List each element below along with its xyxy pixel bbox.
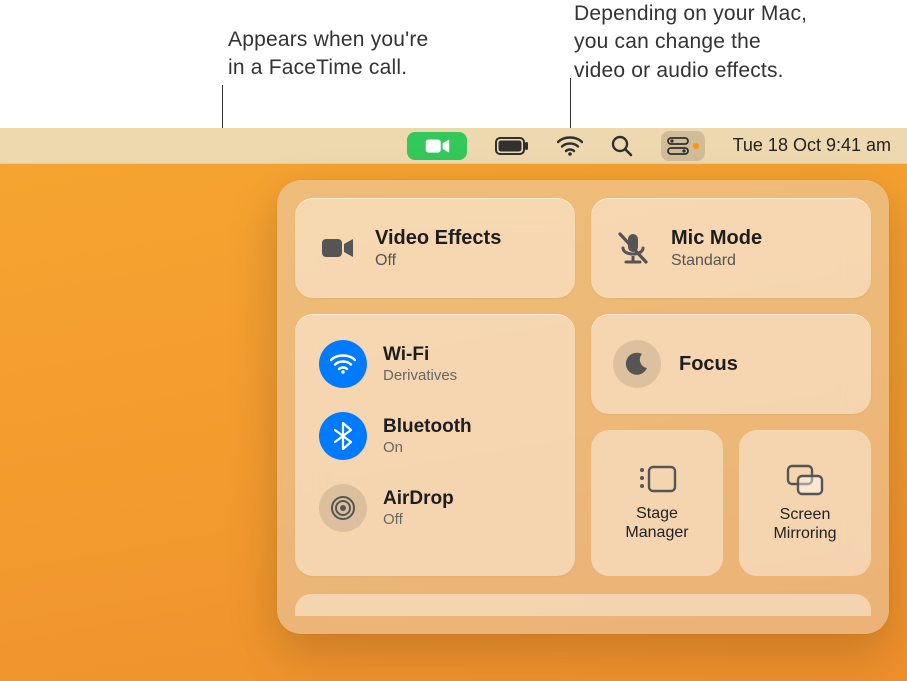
tile-text: Video Effects Off: [375, 227, 501, 270]
right-column: Focus Stage Manager: [591, 314, 871, 576]
wifi-icon: [557, 136, 583, 156]
video-effects-title: Video Effects: [375, 227, 501, 250]
tile-text: Wi-Fi Derivatives: [383, 344, 457, 384]
control-center-highlight: [661, 131, 705, 161]
menubar-datetime[interactable]: Tue 18 Oct 9:41 am: [733, 128, 891, 164]
focus-button[interactable]: Focus: [591, 314, 871, 414]
airdrop-icon: [329, 494, 357, 522]
battery-icon: [495, 137, 529, 155]
bluetooth-sub: On: [383, 439, 472, 456]
wifi-menubar-button[interactable]: [557, 128, 583, 164]
tile-text: Mic Mode Standard: [671, 227, 762, 270]
stage-manager-label: Stage Manager: [625, 504, 688, 542]
wifi-icon: [330, 353, 356, 375]
airdrop-button[interactable]: AirDrop Off: [311, 472, 559, 544]
tile-text: AirDrop Off: [383, 488, 454, 528]
privacy-indicator-dot: [693, 143, 699, 149]
video-camera-icon: [317, 228, 357, 268]
control-center-menubar-button[interactable]: [661, 128, 705, 164]
airdrop-title: AirDrop: [383, 488, 454, 510]
label-line: Screen: [773, 505, 836, 524]
connectivity-tile: Wi-Fi Derivatives Bluetooth On AirDrop: [295, 314, 575, 576]
mic-mode-button[interactable]: Mic Mode Standard: [591, 198, 871, 298]
annotation-line: Depending on your Mac,: [574, 0, 884, 28]
stage-manager-button[interactable]: Stage Manager: [591, 430, 723, 576]
screen-mirroring-icon: [785, 463, 825, 497]
wifi-sub: Derivatives: [383, 367, 457, 384]
airdrop-sub: Off: [383, 511, 454, 528]
tile-text: Bluetooth On: [383, 416, 472, 456]
desktop: Tue 18 Oct 9:41 am Video Effects Off Mic…: [0, 128, 907, 681]
screen-mirroring-label: Screen Mirroring: [773, 505, 836, 543]
video-camera-icon: [422, 131, 452, 161]
spotlight-menubar-button[interactable]: [611, 128, 633, 164]
search-icon: [611, 135, 633, 157]
control-center-icon: [667, 137, 689, 155]
annotation-leader: [222, 85, 223, 130]
focus-title: Focus: [679, 353, 738, 376]
annotation-effects: Depending on your Mac, you can change th…: [574, 0, 884, 85]
bluetooth-toggle-circle: [319, 412, 367, 460]
mic-muted-icon: [613, 228, 653, 268]
moon-icon: [624, 351, 650, 377]
video-effects-sub: Off: [375, 252, 501, 270]
battery-menubar-button[interactable]: [495, 128, 529, 164]
airdrop-toggle-circle: [319, 484, 367, 532]
label-line: Manager: [625, 523, 688, 542]
wifi-title: Wi-Fi: [383, 344, 457, 366]
label-line: Mirroring: [773, 524, 836, 543]
annotation-line: Appears when you're: [228, 26, 488, 54]
annotation-line: you can change the: [574, 28, 884, 56]
control-center-panel: Video Effects Off Mic Mode Standard: [277, 180, 889, 634]
label-line: Stage: [625, 504, 688, 523]
bluetooth-title: Bluetooth: [383, 416, 472, 438]
menu-bar: Tue 18 Oct 9:41 am: [0, 128, 907, 164]
facetime-menubar-button[interactable]: [407, 128, 467, 164]
small-tiles-row: Stage Manager Screen Mirroring: [591, 430, 871, 576]
video-effects-button[interactable]: Video Effects Off: [295, 198, 575, 298]
wifi-toggle-circle: [319, 340, 367, 388]
annotation-line: in a FaceTime call.: [228, 54, 488, 82]
mic-mode-title: Mic Mode: [671, 227, 762, 250]
annotation-facetime: Appears when you're in a FaceTime call.: [228, 26, 488, 83]
mic-mode-sub: Standard: [671, 252, 762, 270]
facetime-pill: [407, 132, 467, 160]
focus-toggle-circle: [613, 340, 661, 388]
screen-mirroring-button[interactable]: Screen Mirroring: [739, 430, 871, 576]
wifi-button[interactable]: Wi-Fi Derivatives: [311, 328, 559, 400]
annotation-layer: Appears when you're in a FaceTime call. …: [0, 0, 907, 128]
annotation-line: video or audio effects.: [574, 57, 884, 85]
bluetooth-icon: [334, 422, 352, 450]
bluetooth-button[interactable]: Bluetooth On: [311, 400, 559, 472]
partial-next-tile: [295, 594, 871, 616]
stage-manager-icon: [637, 464, 677, 496]
